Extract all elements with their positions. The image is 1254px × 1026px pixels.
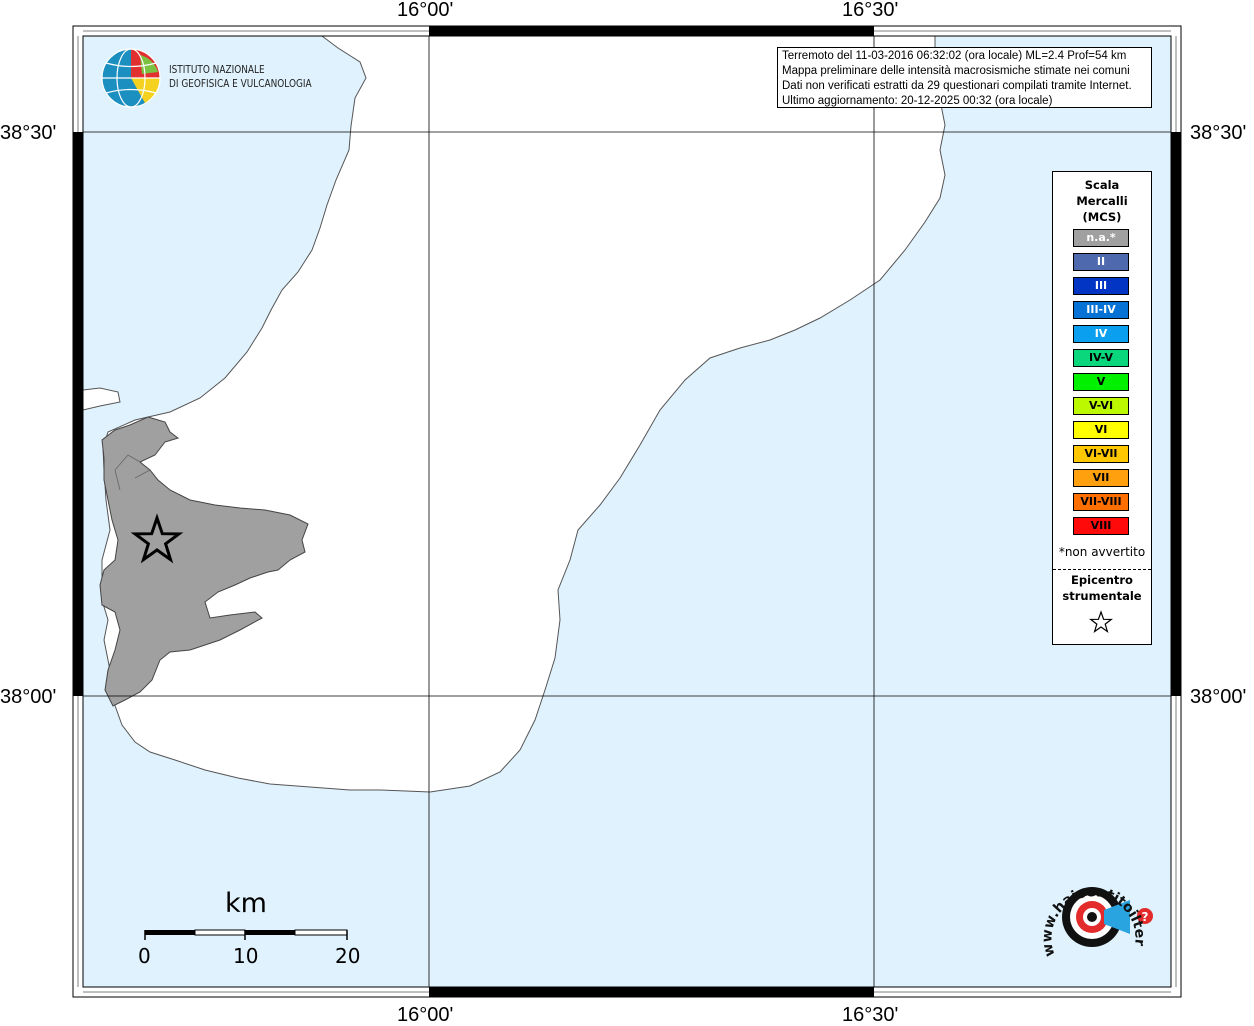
legend-swatch-vii: VII — [1073, 469, 1129, 487]
legend-swatch-vi-vii: VI-VII — [1073, 445, 1129, 463]
scalebar-unit: km — [225, 888, 267, 919]
lat-label-left-2: 38°00' — [0, 686, 57, 708]
lon-label-bottom-2: 16°30' — [842, 1004, 899, 1026]
ingv-logo-text: ISTITUTO NAZIONALE DI GEOFISICA E VULCAN… — [169, 63, 312, 91]
legend-swatch-vi: VI — [1073, 421, 1129, 439]
legend-swatch-n-a: n.a.* — [1073, 229, 1129, 247]
event-info-box: Terremoto del 11-03-2016 06:32:02 (ora l… — [777, 47, 1152, 108]
mcs-legend: Scala Mercalli (MCS) n.a.* II III III-IV IV I… — [1052, 171, 1152, 645]
ingv-globe-icon — [101, 48, 161, 108]
legend-note: *non avvertito — [1058, 545, 1146, 559]
legend-swatch-vii-viii: VII-VIII — [1073, 493, 1129, 511]
lat-label-right-1: 38°30' — [1190, 122, 1247, 144]
legend-swatch-v: V — [1073, 373, 1129, 391]
legend-swatch-ii: II — [1073, 253, 1129, 271]
info-line-2: Mappa preliminare delle intensità macros… — [782, 65, 1130, 77]
lon-label-top-2: 16°30' — [842, 0, 899, 21]
scalebar-tick-0: 0 — [138, 944, 151, 968]
legend-swatch-iv: IV — [1073, 325, 1129, 343]
legend-title-line-3: (MCS) — [1082, 210, 1122, 224]
lon-label-top-1: 16°00' — [397, 0, 454, 21]
legend-swatch-iii: III — [1073, 277, 1129, 295]
legend-title-line-1: Scala — [1084, 178, 1120, 192]
epicenter-line-2: strumentale — [1062, 589, 1142, 603]
epicenter-line-1: Epicentro — [1071, 573, 1133, 587]
info-line-4: Ultimo aggiornamento: 20-12-2025 00:32 (… — [782, 95, 1053, 107]
legend-title-line-2: Mercalli — [1076, 194, 1128, 208]
info-line-3: Dati non verificati estratti da 29 quest… — [782, 80, 1132, 92]
scalebar-tick-20: 20 — [335, 944, 361, 968]
ingv-line-1: ISTITUTO NAZIONALE — [169, 64, 265, 76]
lon-label-bottom-1: 16°00' — [397, 1004, 454, 1026]
legend-separator — [1053, 569, 1151, 570]
lat-label-right-2: 38°00' — [1190, 686, 1247, 708]
info-line-1: Terremoto del 11-03-2016 06:32:02 (ora l… — [782, 50, 1127, 62]
star-icon — [1089, 610, 1113, 633]
epicenter-legend-title: Epicentro strumentale — [1053, 572, 1151, 604]
legend-swatch-viii: VIII — [1073, 517, 1129, 535]
legend-swatch-iv-v: IV-V — [1073, 349, 1129, 367]
legend-title: Scala Mercalli (MCS) — [1053, 177, 1151, 225]
legend-swatch-v-vi: V-VI — [1073, 397, 1129, 415]
legend-swatch-iii-iv: III-IV — [1073, 301, 1129, 319]
ingv-line-2: DI GEOFISICA E VULCANOLOGIA — [169, 78, 312, 90]
scalebar-tick-10: 10 — [233, 944, 259, 968]
lat-label-left-1: 38°30' — [0, 122, 57, 144]
